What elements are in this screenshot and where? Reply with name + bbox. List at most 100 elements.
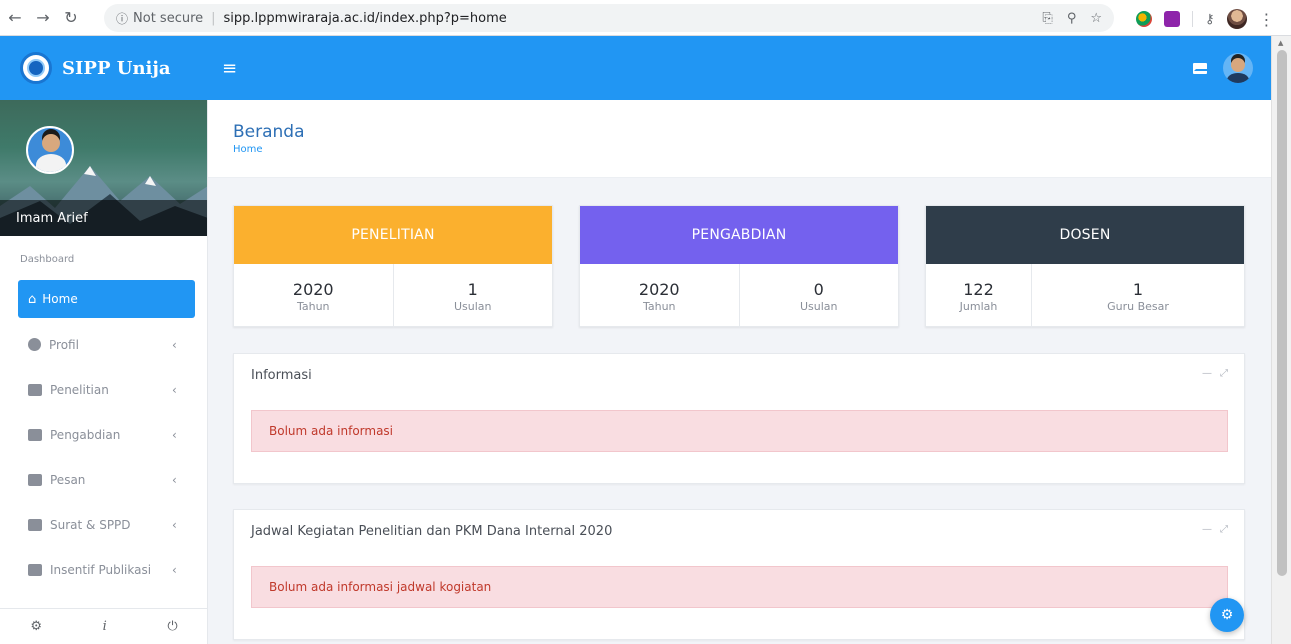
user-avatar[interactable]	[1223, 53, 1253, 83]
chevron-left-icon: ‹	[172, 382, 177, 397]
extension-icon[interactable]	[1164, 11, 1180, 27]
sidebar-item-label: Penelitian	[50, 382, 109, 397]
panel-tools: — ⤢	[1202, 368, 1228, 379]
sidebar-footer: ⚙ i ⏻	[0, 608, 208, 644]
hamburger-menu-icon[interactable]: ≡	[222, 58, 237, 79]
chevron-left-icon: ‹	[172, 517, 177, 532]
translate-icon[interactable]: ⎘	[1042, 11, 1052, 26]
stat-value: 2020	[292, 279, 334, 299]
stat-label: Usulan	[799, 299, 838, 313]
alert-message: Bolum ada informasi	[251, 410, 1228, 452]
key-icon[interactable]: ⚷	[1205, 12, 1215, 27]
stat-label: Usulan	[453, 299, 492, 313]
brand[interactable]: SIPP Unija	[0, 36, 208, 100]
security-label: Not secure	[133, 10, 204, 26]
browser-menu-icon[interactable]: ⋮	[1259, 10, 1275, 29]
minimize-icon[interactable]: —	[1202, 524, 1212, 535]
forward-icon[interactable]: →	[36, 8, 50, 27]
card-stats: 2020 Tahun 0 Usulan	[580, 264, 898, 328]
sidebar-item-home[interactable]: ⌂ Home	[18, 280, 195, 318]
sidebar-section-label: Dashboard	[20, 254, 75, 265]
topbar-actions	[1193, 53, 1271, 83]
mail-icon[interactable]	[1193, 62, 1210, 74]
extension-icon[interactable]	[1136, 11, 1152, 27]
envelope-icon	[28, 473, 42, 486]
bookmark-star-icon[interactable]: ☆	[1090, 11, 1102, 26]
stat-jumlah: 122 Jumlah	[926, 264, 1031, 328]
user-circle-icon	[28, 338, 41, 351]
envelope-open-icon	[28, 518, 42, 531]
alert-message: Bolum ada informasi jadwal kogiatan	[251, 566, 1228, 608]
card-pengabdian: PENGABDIAN 2020 Tahun 0 Usulan	[579, 205, 899, 328]
sidebar-item-label: Insentif Publikasi	[50, 562, 152, 577]
university-logo	[20, 52, 52, 84]
sidebar-item-insentif-publikasi[interactable]: Insentif Publikasi ‹	[0, 547, 207, 592]
sidebar-item-surat-sppd[interactable]: Surat & SPPD ‹	[0, 502, 207, 547]
panel-jadwal-kegiatan: Jadwal Kegiatan Penelitian dan PKM Dana …	[233, 509, 1245, 640]
settings-gear-icon[interactable]: ⚙	[30, 619, 42, 634]
briefcase-icon	[28, 563, 42, 576]
stat-label: Jumlah	[959, 299, 998, 313]
expand-icon[interactable]: ⤢	[1220, 524, 1228, 535]
gear-icon: ⚙	[1220, 607, 1234, 623]
sidebar-item-label: Pesan	[50, 472, 86, 487]
info-icon[interactable]: ⓘ	[116, 10, 128, 27]
stat-usulan: 0 Usulan	[738, 264, 899, 328]
chevron-left-icon: ‹	[172, 427, 177, 442]
stat-value: 1	[1132, 279, 1144, 299]
expand-icon[interactable]: ⤢	[1220, 368, 1228, 379]
card-title: PENELITIAN	[234, 206, 552, 264]
panel-title: Jadwal Kegiatan Penelitian dan PKM Dana …	[251, 523, 613, 539]
profile-avatar[interactable]	[26, 126, 74, 174]
browser-toolbar: ← → ↻ ⓘ Not secure | sipp.lppmwiraraja.a…	[0, 0, 1291, 36]
back-icon[interactable]: ←	[8, 8, 22, 27]
power-icon[interactable]: ⏻	[167, 619, 177, 634]
panel-title: Informasi	[251, 367, 312, 383]
card-stats: 122 Jumlah 1 Guru Besar	[926, 264, 1244, 328]
stat-value: 0	[813, 279, 824, 299]
reload-icon[interactable]: ↻	[64, 8, 78, 27]
toolbar-divider	[1192, 11, 1193, 27]
scroll-up-arrow-icon[interactable]: ▲	[1278, 39, 1283, 47]
card-stats: 2020 Tahun 1 Usulan	[234, 264, 552, 328]
scroll-thumb[interactable]	[1277, 50, 1287, 576]
page-scrollbar[interactable]: ▲	[1271, 36, 1291, 644]
sidebar-item-profil[interactable]: Profil ‹	[0, 322, 207, 367]
stat-label: Tahun	[642, 299, 676, 313]
breadcrumb[interactable]: Home	[233, 144, 1271, 155]
chevron-left-icon: ‹	[172, 472, 177, 487]
stat-value: 1	[467, 279, 478, 299]
sidebar-item-pesan[interactable]: Pesan ‹	[0, 457, 207, 502]
page-title: Beranda	[233, 122, 305, 142]
top-navbar: SIPP Unija ≡	[0, 36, 1271, 100]
app: SIPP Unija ≡ Imam Arief Dashboard ⌂ Home	[0, 36, 1291, 644]
sidebar-item-pengabdian[interactable]: Pengabdian ‹	[0, 412, 207, 457]
sidebar: Imam Arief Dashboard ⌂ Home Profil ‹ Pen…	[0, 100, 208, 644]
page-header: Beranda Home	[208, 100, 1271, 178]
settings-fab-button[interactable]: ⚙	[1210, 598, 1244, 632]
profile-banner: Imam Arief	[0, 100, 207, 236]
sidebar-item-label: Pengabdian	[50, 427, 121, 442]
chevron-left-icon: ‹	[172, 337, 177, 352]
browser-profile-avatar[interactable]	[1226, 9, 1247, 29]
minimize-icon[interactable]: —	[1202, 368, 1212, 379]
card-penelitian: PENELITIAN 2020 Tahun 1 Usulan	[233, 205, 553, 328]
profile-name[interactable]: Imam Arief	[0, 200, 207, 236]
info-italic-icon[interactable]: i	[103, 619, 107, 634]
omnibox-actions: ⎘ ⚲ ☆	[1042, 11, 1114, 26]
sidebar-item-label: Surat & SPPD	[50, 517, 131, 532]
sidebar-item-label: Profil	[49, 337, 79, 352]
document-icon	[28, 428, 42, 441]
brand-name: SIPP Unija	[62, 57, 171, 79]
panel-tools: — ⤢	[1202, 524, 1228, 535]
address-bar[interactable]: ⓘ Not secure | sipp.lppmwiraraja.ac.id/i…	[104, 4, 1114, 32]
card-title: PENGABDIAN	[580, 206, 898, 264]
stat-value: 2020	[638, 279, 680, 299]
sidebar-item-penelitian[interactable]: Penelitian ‹	[0, 367, 207, 412]
stat-label: Tahun	[296, 299, 330, 313]
document-icon	[28, 383, 42, 396]
zoom-icon[interactable]: ⚲	[1067, 11, 1077, 26]
stat-tahun: 2020 Tahun	[234, 264, 393, 328]
address-separator: |	[211, 10, 216, 26]
url-text[interactable]: sipp.lppmwiraraja.ac.id/index.php?p=home	[224, 11, 507, 26]
